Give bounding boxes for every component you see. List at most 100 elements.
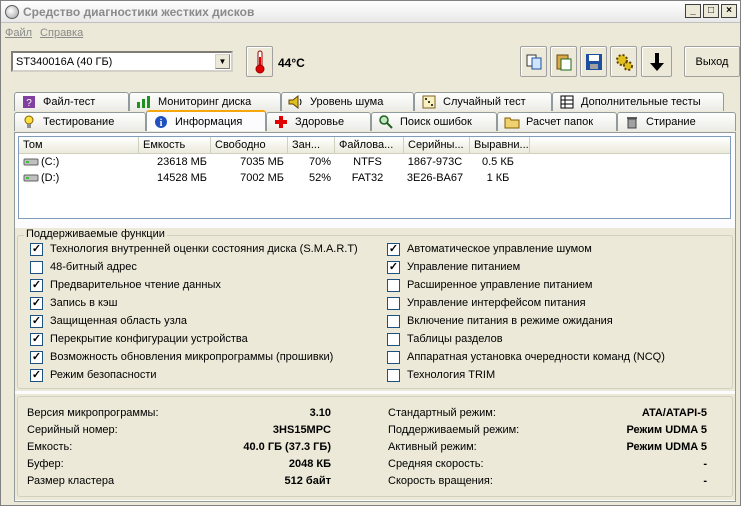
checked-checkbox[interactable]: ✓ bbox=[30, 368, 43, 382]
checked-checkbox[interactable]: ✓ bbox=[30, 314, 43, 328]
unchecked-checkbox[interactable] bbox=[387, 296, 400, 310]
unchecked-checkbox[interactable] bbox=[387, 278, 400, 292]
magnifier-icon bbox=[378, 115, 394, 129]
tab-random-test[interactable]: Случайный тест bbox=[414, 92, 552, 111]
feature-checkbox-row[interactable]: Управление интерфейсом питания bbox=[387, 296, 586, 310]
checked-checkbox[interactable]: ✓ bbox=[30, 332, 43, 346]
gears-icon bbox=[615, 53, 633, 71]
info-value: ATA/ATAPI-5 bbox=[641, 407, 707, 419]
feature-checkbox-row[interactable]: Включение питания в режиме ожидания bbox=[387, 314, 613, 328]
column-header-used[interactable]: Зан... bbox=[288, 137, 335, 153]
title-bar: Средство диагностики жестких дисков _ □ … bbox=[1, 1, 740, 23]
feature-checkbox-row[interactable]: Аппаратная установка очередности команд … bbox=[387, 350, 665, 364]
column-header-alignment[interactable]: Выравни... bbox=[470, 137, 530, 153]
chevron-down-icon[interactable]: ▼ bbox=[215, 54, 230, 69]
checked-checkbox[interactable]: ✓ bbox=[387, 260, 400, 274]
volume-serial: 1867-973C bbox=[407, 156, 463, 168]
tab-testing[interactable]: Тестирование bbox=[14, 112, 146, 131]
column-header-serial[interactable]: Серийны... bbox=[404, 137, 470, 153]
table-row[interactable]: (D:) 14528 МБ 7002 МБ 52% FAT32 3E26-BA6… bbox=[19, 170, 730, 186]
feature-checkbox-row[interactable]: ✓ Запись в кэш bbox=[30, 296, 117, 310]
volume-filesystem: FAT32 bbox=[351, 172, 384, 184]
column-header-free[interactable]: Свободно bbox=[211, 137, 288, 153]
checked-checkbox[interactable]: ✓ bbox=[30, 296, 43, 310]
menu-file[interactable]: Файл bbox=[1, 27, 36, 39]
info-value: 3.10 bbox=[309, 407, 331, 419]
volume-filesystem: NTFS bbox=[353, 156, 382, 168]
feature-checkbox-row[interactable]: ✓ Возможность обновления микропрограммы (… bbox=[30, 350, 333, 364]
unchecked-checkbox[interactable] bbox=[387, 332, 400, 346]
tabs-row-1: ? Файл-тест Мониторинг диска Уровень шум… bbox=[14, 92, 724, 111]
volume-capacity: 23618 МБ bbox=[156, 156, 207, 168]
checked-checkbox[interactable]: ✓ bbox=[30, 242, 43, 256]
volume-alignment: 1 КБ bbox=[486, 172, 510, 184]
checked-checkbox[interactable]: ✓ bbox=[30, 350, 43, 364]
tab-file-test[interactable]: ? Файл-тест bbox=[14, 92, 129, 111]
volume-serial: 3E26-BA67 bbox=[406, 172, 464, 184]
folder-icon bbox=[504, 115, 520, 129]
feature-label: Технология внутренней оценки состояния д… bbox=[50, 243, 358, 255]
tab-label: Случайный тест bbox=[443, 96, 526, 108]
tab-health[interactable]: Здоровье bbox=[266, 112, 371, 131]
column-header-filesystem[interactable]: Файлова... bbox=[335, 137, 404, 153]
feature-checkbox-row[interactable]: ✓ Технология внутренней оценки состояния … bbox=[30, 242, 358, 256]
feature-label: Возможность обновления микропрограммы (п… bbox=[50, 351, 334, 363]
drive-select[interactable]: ST340016A (40 ГБ) ▼ bbox=[11, 51, 233, 72]
feature-checkbox-row[interactable]: 48-битный адрес bbox=[30, 260, 137, 274]
checked-checkbox[interactable]: ✓ bbox=[387, 242, 400, 256]
tab-folder-calculation[interactable]: Расчет папок bbox=[497, 112, 617, 131]
menu-help[interactable]: Справка bbox=[36, 27, 87, 39]
column-header-volume[interactable]: Том bbox=[19, 137, 139, 153]
tab-disk-monitoring[interactable]: Мониторинг диска bbox=[129, 92, 281, 111]
column-header-capacity[interactable]: Емкость bbox=[139, 137, 211, 153]
unchecked-checkbox[interactable] bbox=[387, 368, 400, 382]
red-cross-icon bbox=[273, 115, 289, 129]
info-value: 40.0 ГБ (37.3 ГБ) bbox=[243, 441, 331, 453]
settings-button[interactable] bbox=[610, 46, 637, 77]
feature-checkbox-row[interactable]: ✓ Автоматическое управление шумом bbox=[387, 242, 592, 256]
feature-label: Управление питанием bbox=[407, 261, 521, 273]
maximize-button[interactable]: □ bbox=[703, 4, 719, 18]
feature-checkbox-row[interactable]: ✓ Управление питанием bbox=[387, 260, 520, 274]
arrow-down-icon bbox=[649, 52, 664, 71]
speaker-icon bbox=[288, 95, 304, 109]
thermometer-button[interactable] bbox=[246, 46, 273, 77]
table-row[interactable]: (C:) 23618 МБ 7035 МБ 70% NTFS 1867-973C… bbox=[19, 154, 730, 170]
info-label: Средняя скорость: bbox=[388, 458, 484, 470]
paste-button[interactable] bbox=[550, 46, 577, 77]
app-icon bbox=[5, 4, 19, 19]
tab-information[interactable]: i Информация bbox=[146, 110, 266, 131]
feature-checkbox-row[interactable]: ✓ Режим безопасности bbox=[30, 368, 157, 382]
tab-noise-level[interactable]: Уровень шума bbox=[281, 92, 414, 111]
tab-label: Дополнительные тесты bbox=[581, 96, 701, 108]
volumes-list[interactable]: Том Емкость Свободно Зан... Файлова... С… bbox=[18, 136, 731, 219]
minimize-button[interactable]: _ bbox=[685, 4, 701, 18]
feature-checkbox-row[interactable]: Таблицы разделов bbox=[387, 332, 503, 346]
feature-checkbox-row[interactable]: ✓ Защищенная область узла bbox=[30, 314, 187, 328]
tab-erase[interactable]: Стирание bbox=[617, 112, 736, 131]
unchecked-checkbox[interactable] bbox=[30, 260, 43, 274]
feature-checkbox-row[interactable]: Расширенное управление питанием bbox=[387, 278, 592, 292]
tab-label: Здоровье bbox=[295, 116, 345, 128]
features-group-title: Поддерживаемые функции bbox=[24, 228, 167, 240]
save-button[interactable] bbox=[580, 46, 607, 77]
lightbulb-icon bbox=[21, 115, 37, 129]
close-button[interactable]: × bbox=[721, 4, 737, 18]
tab-additional-tests[interactable]: Дополнительные тесты bbox=[552, 92, 724, 111]
copy-icon bbox=[526, 54, 541, 69]
feature-checkbox-row[interactable]: Технология TRIM bbox=[387, 368, 495, 382]
info-label: Поддерживаемый режим: bbox=[388, 424, 520, 436]
checked-checkbox[interactable]: ✓ bbox=[30, 278, 43, 292]
feature-checkbox-row[interactable]: ✓ Перекрытие конфигурации устройства bbox=[30, 332, 248, 346]
unchecked-checkbox[interactable] bbox=[387, 314, 400, 328]
volume-free: 7002 МБ bbox=[240, 172, 284, 184]
tab-error-search[interactable]: Поиск ошибок bbox=[371, 112, 497, 131]
tabs-row-2: Тестирование i Информация Здоровье Поиск… bbox=[14, 110, 736, 131]
exit-button[interactable]: Выход bbox=[684, 46, 740, 77]
unchecked-checkbox[interactable] bbox=[387, 350, 400, 364]
info-value: - bbox=[703, 458, 707, 470]
download-button[interactable] bbox=[641, 46, 672, 77]
feature-label: Перекрытие конфигурации устройства bbox=[50, 333, 248, 345]
feature-checkbox-row[interactable]: ✓ Предварительное чтение данных bbox=[30, 278, 221, 292]
copy-button[interactable] bbox=[520, 46, 547, 77]
